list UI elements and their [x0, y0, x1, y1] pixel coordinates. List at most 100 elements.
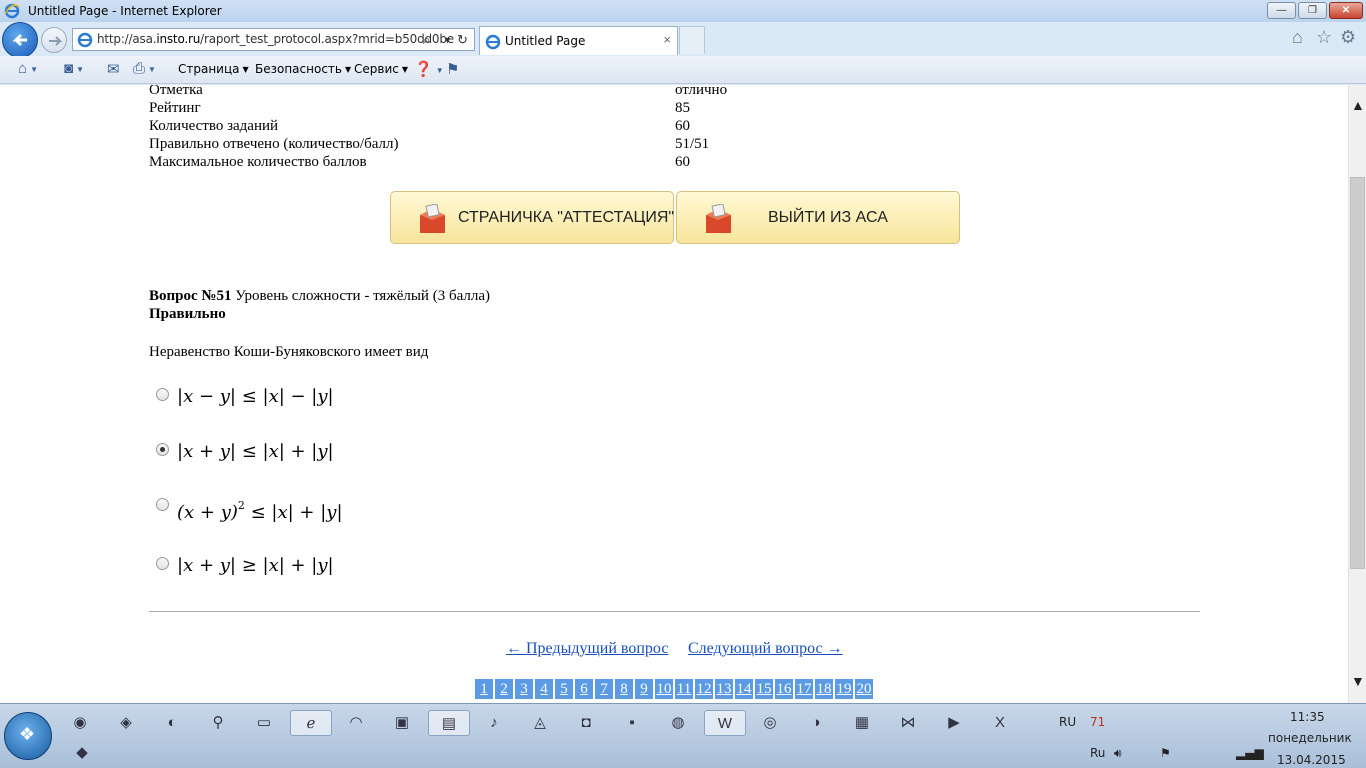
page-link[interactable]: 8 [615, 679, 633, 699]
question-text: Неравенство Коши-Буняковского имеет вид [149, 344, 429, 360]
answer-radio-4[interactable] [156, 557, 169, 570]
formula-exponent: 2 [237, 499, 245, 512]
language-indicator[interactable]: RU [1059, 715, 1076, 729]
next-question-link[interactable]: Следующий вопрос → [688, 640, 843, 658]
page-link[interactable]: 11 [675, 679, 693, 699]
page-link[interactable]: 20 [855, 679, 873, 699]
avast-icon[interactable]: ◬ [522, 710, 558, 736]
mail-icon[interactable]: ✉ [107, 60, 120, 78]
network-signal-icon[interactable]: ▂▄▆ [1236, 746, 1264, 760]
answer-radio-3[interactable] [156, 498, 169, 511]
tab-untitled-page[interactable]: Untitled Page × [479, 26, 678, 55]
page-link[interactable]: 6 [575, 679, 593, 699]
clock-date[interactable]: 13.04.2015 [1277, 753, 1346, 767]
sound-app-icon[interactable]: ♪ [476, 710, 512, 736]
internet-explorer-icon[interactable]: ℯ [290, 710, 332, 736]
page-link[interactable]: 4 [535, 679, 553, 699]
research-icon[interactable]: ⚑ [446, 60, 459, 78]
page-link[interactable]: 18 [815, 679, 833, 699]
file-explorer-icon[interactable]: ▤ [428, 710, 470, 736]
bluestacks-icon[interactable]: ◆ [62, 740, 102, 766]
address-bar[interactable]: http://asa.insto.ru/raport_test_protocol… [72, 28, 475, 51]
previous-question-link[interactable]: ← Предыдущий вопрос [506, 640, 668, 658]
attestation-page-button[interactable]: СТРАНИЧКА "АТТЕСТАЦИЯ" [390, 191, 674, 244]
page-link[interactable]: 15 [755, 679, 773, 699]
volume-icon[interactable]: 🔊︎ [1114, 746, 1122, 761]
question-difficulty: Уровень сложности - тяжёлый (3 балла) [231, 288, 490, 304]
taskbar: ❖ ◉ ◈ ◐ ⚲ ▭ ℯ ◠ ▣ ▤ ♪ ◬ ◘ ▪ ◍ W ◎ ◑ ▦ ⋈ … [0, 703, 1366, 768]
back-button[interactable] [2, 22, 38, 58]
home-icon[interactable]: ⌂ ▼ [18, 60, 38, 77]
maximize-button[interactable]: ❐ [1298, 2, 1327, 19]
summary-label: Максимальное количество баллов [149, 154, 367, 170]
answer-radio-1[interactable] [156, 388, 169, 401]
rss-feed-icon[interactable]: ◙ ▼ [64, 60, 84, 77]
wifi-app-icon[interactable]: ◠ [338, 710, 374, 736]
page-link[interactable]: 7 [595, 679, 613, 699]
clock-day[interactable]: понедельник [1268, 731, 1352, 745]
scrollbar-thumb[interactable] [1350, 177, 1365, 569]
daemon-tools-icon[interactable]: ◐ [154, 710, 190, 736]
clock-time[interactable]: 11:35 [1290, 710, 1325, 724]
tab-close-button[interactable]: × [663, 32, 671, 47]
flag-icon[interactable]: ⚑ [1160, 746, 1171, 760]
excel-icon[interactable]: X [982, 710, 1018, 736]
scroll-up-icon[interactable]: ▲ [1351, 97, 1365, 113]
favorites-star-icon[interactable]: ☆ [1316, 27, 1332, 48]
summary-value: 60 [675, 118, 690, 134]
logout-button-label: ВЫЙТИ ИЗ АСА [768, 209, 888, 226]
camera-icon[interactable]: ◘ [568, 710, 604, 736]
scroll-down-icon[interactable]: ▼ [1351, 673, 1365, 689]
page-link[interactable]: 14 [735, 679, 753, 699]
forward-button[interactable] [41, 27, 67, 53]
search-icon[interactable]: ⌕ [423, 32, 430, 48]
photoshop-icon[interactable]: ▪ [614, 710, 650, 736]
page-ie-icon [77, 32, 93, 48]
url-text[interactable]: http://asa.insto.ru/raport_test_protocol… [97, 32, 454, 46]
vertical-scrollbar[interactable]: ▲ ▼ [1348, 85, 1366, 703]
page-link[interactable]: 3 [515, 679, 533, 699]
video-player-icon[interactable]: ▶ [936, 710, 972, 736]
close-window-button[interactable]: ✕ [1329, 2, 1363, 19]
new-tab-button[interactable] [679, 26, 705, 54]
keyboard-layout-indicator[interactable]: Ru [1090, 746, 1105, 760]
firefox-icon[interactable]: ◍ [660, 710, 696, 736]
summary-label: Рейтинг [149, 100, 201, 116]
answer-radio-2[interactable] [156, 443, 169, 456]
page-link[interactable]: 19 [835, 679, 853, 699]
page-link[interactable]: 5 [555, 679, 573, 699]
page-link[interactable]: 1 [475, 679, 493, 699]
media-player-icon[interactable]: ◈ [108, 710, 144, 736]
home-icon[interactable]: ⌂ [1292, 27, 1303, 48]
calculator-icon[interactable]: ▦ [844, 710, 880, 736]
help-icon[interactable]: ❓ ▼ [414, 60, 444, 78]
print-icon[interactable]: ⎙ ▼ [133, 60, 156, 77]
settings-gear-icon[interactable]: ⚙ [1340, 27, 1356, 48]
page-link[interactable]: 2 [495, 679, 513, 699]
page-link[interactable]: 12 [695, 679, 713, 699]
page-link[interactable]: 9 [635, 679, 653, 699]
page-link[interactable]: 13 [715, 679, 733, 699]
security-menu[interactable]: Безопасность ▼ [255, 62, 351, 76]
navigation-row: http://asa.insto.ru/raport_test_protocol… [0, 22, 1366, 58]
ie-logo-icon [4, 3, 20, 19]
browser-alt-icon[interactable]: ◎ [752, 710, 788, 736]
visual-studio-icon[interactable]: ⋈ [890, 710, 926, 736]
word-icon[interactable]: W [704, 710, 746, 736]
notes-icon[interactable]: ▭ [246, 710, 282, 736]
page-link[interactable]: 10 [655, 679, 673, 699]
window-app-icon[interactable]: ▣ [384, 710, 420, 736]
refresh-icon[interactable]: ↻ [457, 32, 468, 48]
start-button[interactable]: ❖ [4, 712, 52, 760]
game-icon[interactable]: ◑ [798, 710, 834, 736]
chrome-icon[interactable]: ◉ [62, 710, 98, 736]
dropdown-arrow-icon[interactable]: ▼ [443, 35, 452, 45]
service-menu[interactable]: Сервис ▼ [354, 62, 408, 76]
logout-button[interactable]: ВЫЙТИ ИЗ АСА [676, 191, 960, 244]
page-link[interactable]: 17 [795, 679, 813, 699]
page-menu[interactable]: Страница ▼ [178, 62, 249, 76]
network-app-icon[interactable]: ⚲ [200, 710, 236, 736]
tray-counter[interactable]: 71 [1090, 715, 1105, 729]
page-link[interactable]: 16 [775, 679, 793, 699]
minimize-button[interactable]: — [1267, 2, 1296, 19]
